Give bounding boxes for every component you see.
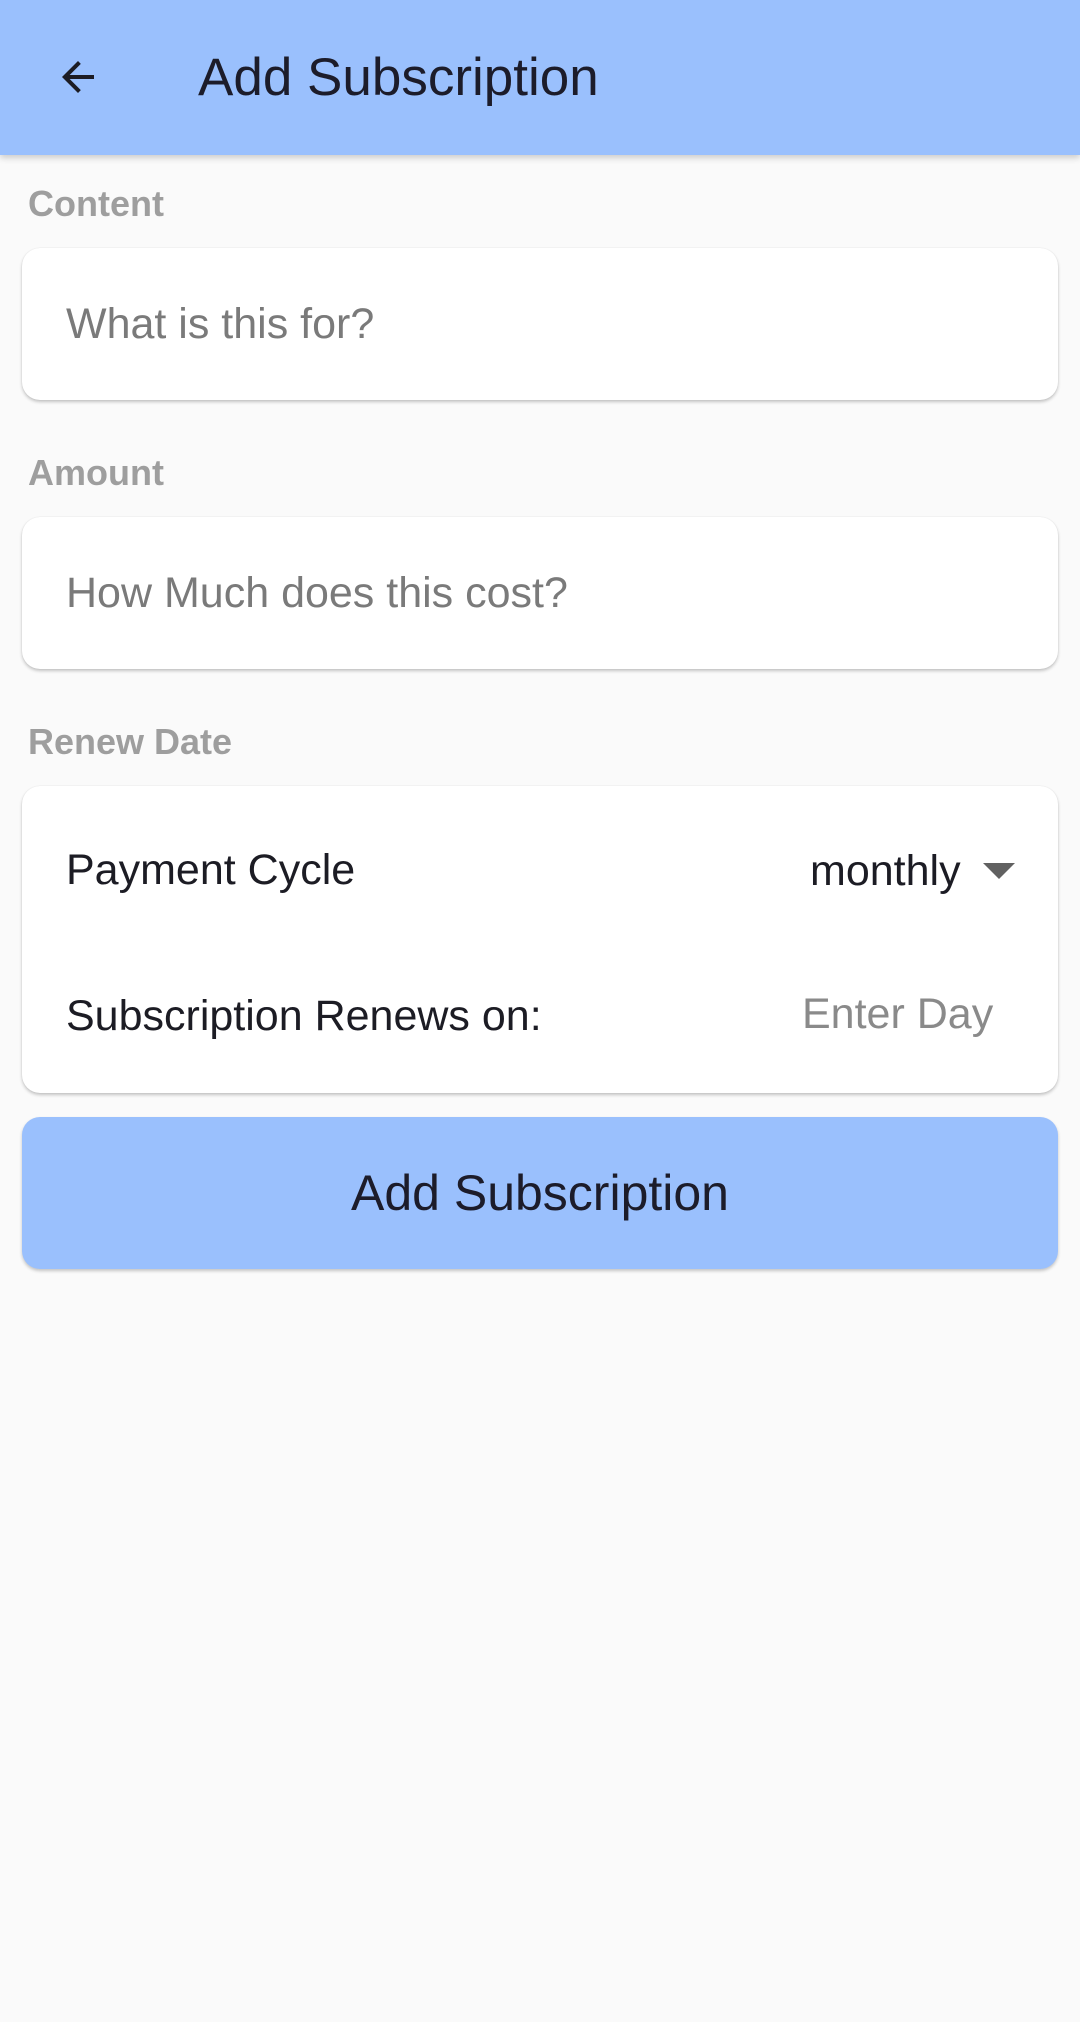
payment-cycle-dropdown[interactable]: monthly	[788, 836, 1028, 906]
renew-date-card: Payment Cycle monthly Subscription Renew…	[22, 786, 1058, 1093]
renews-on-label: Subscription Renews on:	[66, 992, 542, 1040]
payment-cycle-label: Payment Cycle	[66, 846, 356, 894]
amount-label: Amount	[28, 452, 164, 493]
caret-down-icon	[982, 863, 1015, 879]
renew-date-label: Renew Date	[28, 721, 233, 762]
payment-cycle-value: monthly	[810, 847, 961, 895]
add-subscription-button[interactable]: Add Subscription	[22, 1117, 1058, 1269]
add-subscription-button-label: Add Subscription	[350, 1165, 729, 1221]
app-bar: Add Subscription	[0, 0, 1080, 155]
content-field-card	[22, 248, 1058, 400]
back-button[interactable]	[38, 37, 118, 117]
amount-field-card	[22, 517, 1058, 669]
content-input[interactable]	[66, 248, 1016, 400]
content-label: Content	[28, 183, 164, 224]
arrow-back-icon	[62, 61, 94, 93]
amount-input[interactable]	[66, 517, 1016, 669]
renew-day-input[interactable]	[802, 984, 1002, 1044]
page-title: Add Subscription	[198, 48, 599, 107]
